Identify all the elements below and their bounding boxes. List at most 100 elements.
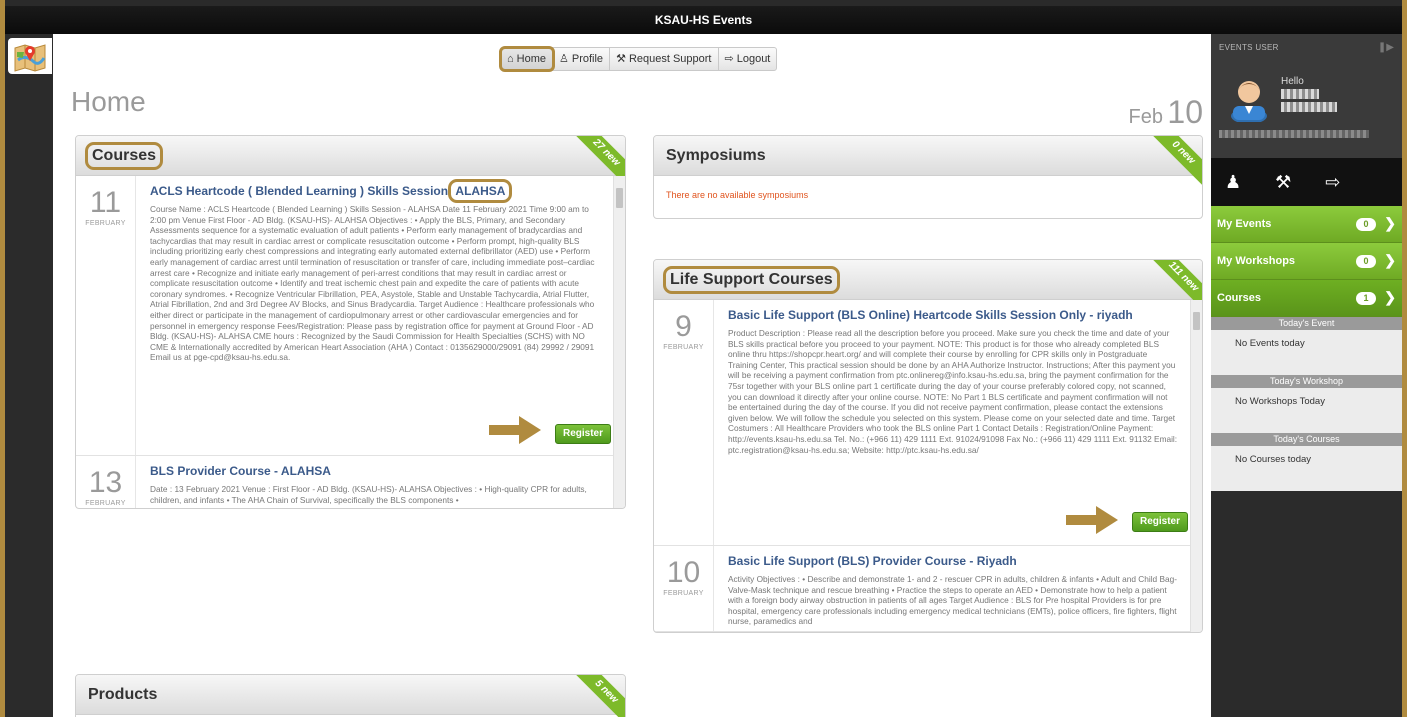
life-support-panel-header: Life Support Courses — [654, 260, 1202, 300]
list-item: 13 FEBRUARY BLS Provider Course - ALAHSA… — [76, 456, 625, 508]
entry-content: BLS Provider Course - ALAHSA Date : 13 F… — [136, 456, 625, 508]
entry-description: Product Description : Please read all th… — [728, 328, 1178, 455]
home-icon: ⌂ — [507, 53, 514, 65]
list-item: 11 FEBRUARY ACLS Heartcode ( Blended Lea… — [76, 176, 625, 456]
nav-home-label: Home — [516, 53, 546, 65]
chevron-right-icon: ❯ — [1384, 252, 1396, 268]
symposiums-empty-message: There are no available symposiums — [666, 190, 809, 200]
courses-panel-title: Courses — [84, 141, 164, 170]
entry-month: FEBRUARY — [85, 500, 126, 507]
entry-title[interactable]: ACLS Heartcode ( Blended Learning ) Skil… — [150, 179, 601, 203]
entry-date: 11 FEBRUARY — [76, 176, 136, 455]
products-panel: Products 5 new — [75, 674, 626, 717]
list-item: 10 FEBRUARY Basic Life Support (BLS) Pro… — [654, 546, 1202, 632]
products-panel-header: Products — [76, 675, 625, 715]
entry-description: Activity Objectives : • Describe and dem… — [728, 574, 1177, 627]
entry-day: 13 — [88, 466, 123, 499]
entry-month: FEBRUARY — [663, 344, 704, 351]
entry-date: 10 FEBRUARY — [654, 546, 714, 631]
entry-date: 13 FEBRUARY — [76, 456, 136, 508]
nav-request-support-label: Request Support — [628, 53, 712, 65]
entry-title[interactable]: Basic Life Support (BLS Online) Heartcod… — [728, 308, 1178, 322]
page-title: Home — [71, 86, 146, 117]
collapse-icon[interactable]: ❚▶ — [1378, 42, 1394, 53]
todays-courses-header: Today's Courses — [1211, 433, 1402, 446]
life-support-panel: Life Support Courses 111 new 9 FEBRUARY … — [653, 259, 1203, 633]
entry-title-text: ACLS Heartcode ( Blended Learning ) Skil… — [150, 184, 449, 198]
nav-logout[interactable]: ⇨ Logout — [719, 48, 777, 70]
main-content: ⌂ Home ♙ Profile ⚒ Request Support ⇨ Log… — [53, 34, 1211, 717]
arrow-right-icon — [489, 416, 541, 444]
entry-date: 9 FEBRUARY — [654, 300, 714, 545]
scroll-thumb[interactable] — [1193, 312, 1200, 330]
symposiums-panel-header: Symposiums — [654, 136, 1202, 176]
life-support-scrollbar[interactable] — [1190, 300, 1202, 632]
courses-list[interactable]: 11 FEBRUARY ACLS Heartcode ( Blended Lea… — [76, 176, 625, 508]
nav-profile-label: Profile — [571, 53, 604, 65]
window-title: KSAU-HS Events — [5, 6, 1402, 34]
todays-workshop-text: No Workshops Today — [1211, 388, 1402, 433]
count-badge: 1 — [1356, 292, 1376, 305]
chevron-right-icon: ❯ — [1384, 289, 1396, 305]
symposiums-panel-title: Symposiums — [666, 146, 766, 164]
sidebar-item-label: My Workshops — [1217, 255, 1296, 267]
map-pin-icon — [14, 44, 46, 72]
tools-icon: ⚒ — [616, 53, 626, 65]
date-month: Feb — [1128, 106, 1163, 128]
entry-month: FEBRUARY — [663, 590, 704, 597]
sidebar-item-label: My Events — [1217, 218, 1272, 230]
user-box: EVENTS USER ❚▶ Hello — [1211, 34, 1402, 158]
life-support-list[interactable]: 9 FEBRUARY Basic Life Support (BLS Onlin… — [654, 300, 1202, 632]
app-window: KSAU-HS Events ⌂ Home ♙ Profile ⚒ Reques… — [5, 0, 1402, 717]
symposiums-panel: Symposiums 0 new There are no available … — [653, 135, 1203, 219]
count-badge: 0 — [1356, 218, 1376, 231]
todays-workshop-header: Today's Workshop — [1211, 375, 1402, 388]
user-email-redacted — [1219, 130, 1369, 138]
logout-icon[interactable]: ⇨ — [1325, 172, 1340, 193]
life-support-panel-title: Life Support Courses — [663, 265, 840, 294]
user-sidebar: EVENTS USER ❚▶ Hello ♟ ⚒ ⇨ My Events 0 ❯… — [1211, 34, 1402, 717]
nav-home[interactable]: ⌂ Home — [499, 46, 555, 72]
entry-title[interactable]: BLS Provider Course - ALAHSA — [150, 464, 601, 478]
sidebar-item-my-events[interactable]: My Events 0 ❯ — [1211, 206, 1402, 243]
app-logo[interactable] — [8, 38, 52, 74]
products-panel-title: Products — [88, 685, 158, 703]
courses-panel: Courses 27 new 11 FEBRUARY ACLS Heartcod… — [75, 135, 626, 509]
nav-logout-label: Logout — [736, 53, 771, 65]
user-surname-redacted — [1281, 102, 1337, 112]
entry-description: Date : 13 February 2021 Venue : First Fl… — [150, 484, 587, 505]
courses-scrollbar[interactable] — [613, 176, 625, 508]
entry-day: 10 — [666, 556, 701, 589]
sidebar-item-label: Courses — [1217, 292, 1262, 304]
profile-icon[interactable]: ♟ — [1225, 172, 1241, 193]
register-button[interactable]: Register — [1132, 512, 1188, 532]
entry-content: Basic Life Support (BLS Online) Heartcod… — [714, 300, 1202, 545]
entry-content: ACLS Heartcode ( Blended Learning ) Skil… — [136, 176, 625, 455]
logout-icon: ⇨ — [724, 53, 734, 65]
nav-request-support[interactable]: ⚒ Request Support — [610, 48, 719, 70]
avatar — [1231, 81, 1267, 122]
current-date: Feb 10 — [1128, 94, 1203, 131]
date-day: 10 — [1167, 94, 1203, 130]
entry-day: 11 — [89, 186, 122, 219]
hello-text: Hello — [1281, 76, 1304, 87]
entry-title-location: ALAHSA — [448, 179, 513, 203]
scroll-thumb[interactable] — [616, 188, 623, 208]
sidebar-item-courses[interactable]: Courses 1 ❯ — [1211, 280, 1402, 317]
entry-title[interactable]: Basic Life Support (BLS) Provider Course… — [728, 554, 1178, 568]
user-icon: ♙ — [559, 53, 569, 65]
todays-event-text: No Events today — [1211, 330, 1402, 375]
todays-event-header: Today's Event — [1211, 317, 1402, 330]
register-button[interactable]: Register — [555, 424, 611, 444]
sidebar-header: EVENTS USER — [1219, 43, 1279, 52]
entry-content: Basic Life Support (BLS) Provider Course… — [714, 546, 1202, 631]
left-rail — [5, 34, 53, 717]
count-badge: 0 — [1356, 255, 1376, 268]
entry-month: FEBRUARY — [85, 220, 126, 227]
sidebar-item-my-workshops[interactable]: My Workshops 0 ❯ — [1211, 243, 1402, 280]
todays-courses-text: No Courses today — [1211, 446, 1402, 491]
nav-profile[interactable]: ♙ Profile — [553, 48, 611, 70]
tools-icon[interactable]: ⚒ — [1275, 172, 1291, 193]
courses-panel-header: Courses — [76, 136, 625, 176]
arrow-right-icon — [1066, 506, 1118, 534]
